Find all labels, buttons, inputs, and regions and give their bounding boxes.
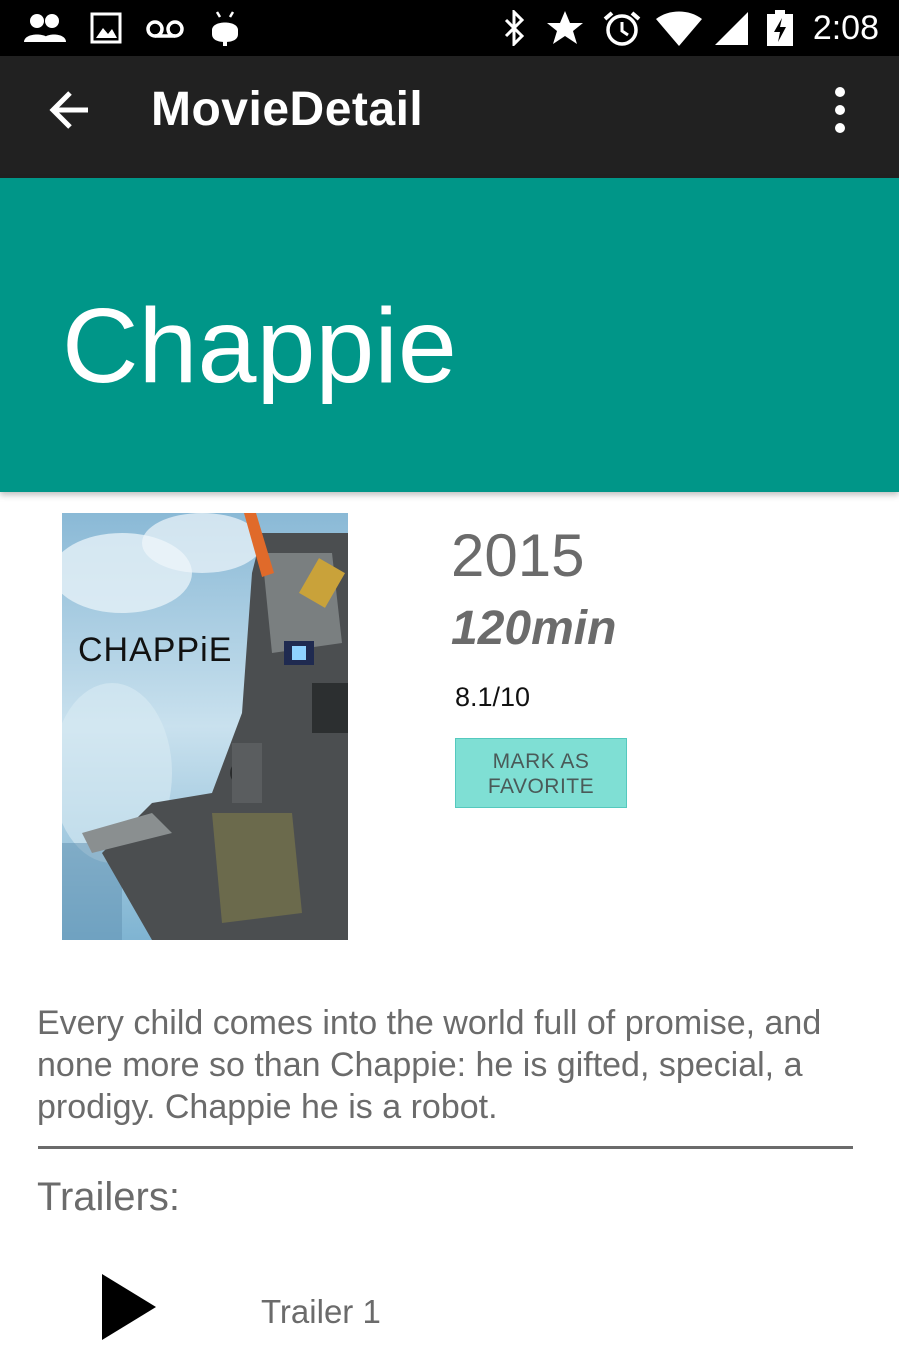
trailer-item[interactable]: Trailer 1 <box>0 1262 899 1358</box>
movie-overview: Every child comes into the world full of… <box>37 1004 822 1126</box>
people-icon <box>24 14 66 42</box>
poster-image <box>62 513 348 940</box>
movie-title: Chappie <box>62 287 457 405</box>
trailer-label: Trailer 1 <box>261 1293 381 1330</box>
alarm-icon <box>603 11 641 46</box>
overflow-menu-icon[interactable] <box>820 82 860 138</box>
image-icon <box>90 12 122 44</box>
title-banner: Chappie <box>0 178 899 492</box>
android-icon <box>212 11 238 46</box>
trailers-heading: Trailers: <box>37 1175 180 1219</box>
voicemail-icon <box>146 20 184 38</box>
divider <box>38 1146 853 1149</box>
back-arrow-icon[interactable] <box>40 80 100 140</box>
battery-charging-icon <box>767 10 793 46</box>
release-year: 2015 <box>451 522 585 589</box>
status-bar: 2:08 <box>0 0 899 56</box>
play-icon[interactable] <box>100 1272 158 1342</box>
mark-as-favorite-button[interactable]: MARK AS FAVORITE <box>455 738 627 808</box>
bluetooth-icon <box>504 10 525 46</box>
app-title: MovieDetail <box>151 83 424 136</box>
rating: 8.1/10 <box>455 682 531 712</box>
star-icon <box>547 11 583 44</box>
signal-icon <box>715 12 748 45</box>
wifi-icon <box>656 11 702 46</box>
poster-logo-text: CHAPPiE <box>78 631 233 669</box>
movie-poster: CHAPPiE <box>62 513 348 940</box>
status-time: 2:08 <box>812 9 879 47</box>
runtime: 120min <box>451 602 617 655</box>
app-bar: MovieDetail <box>0 56 899 178</box>
